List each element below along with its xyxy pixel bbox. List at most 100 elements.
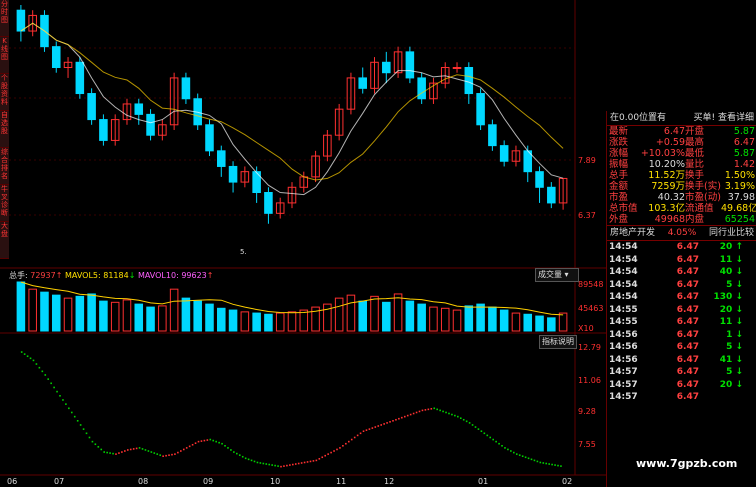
volume-bar: [287, 311, 297, 332]
tick-time: 14:55: [609, 317, 638, 327]
volume-bar: [51, 294, 61, 332]
sector-compare-link[interactable]: 同行业比较: [709, 226, 754, 240]
indicator-point: [224, 445, 226, 447]
quote-value: 40.32: [657, 192, 685, 203]
time-axis-label: 08: [138, 477, 148, 486]
candle-body: [51, 46, 61, 69]
tick-row: 14:56 6.47 41 ↓: [607, 354, 756, 367]
indicator-point: [539, 461, 542, 464]
tick-list[interactable]: 14:54 6.47 20 ↑ 14:54 6.47 11 ↓ 14:54 6.47 40 ↓ 1…: [607, 240, 756, 404]
buy-sell-detail-link[interactable]: 买单! 查看详细: [694, 111, 754, 125]
candle-body: [358, 77, 367, 89]
indicator-point: [448, 412, 450, 415]
indicator-point: [32, 359, 35, 362]
indicator-point: [206, 439, 209, 441]
indicator-point: [492, 438, 494, 441]
candle-body: [87, 93, 96, 121]
indicator-point: [560, 465, 562, 467]
indicator-point: [121, 451, 123, 453]
indicator-point: [445, 411, 447, 414]
quote-row: 涨幅 +10.03% 最低 5.87: [607, 148, 756, 159]
indicator-point: [368, 428, 371, 430]
indicator-point: [20, 351, 23, 353]
volume-total: 72937: [30, 271, 56, 280]
quote-value: 49968: [654, 214, 685, 225]
indicator-point: [144, 449, 147, 451]
indicator-point: [100, 448, 103, 451]
volume-bar: [511, 312, 521, 332]
candle-body: [264, 192, 273, 214]
indicator-point: [271, 464, 273, 466]
indicator-point: [380, 424, 383, 426]
candle-body: [547, 186, 556, 204]
indicator-point: [188, 445, 191, 448]
indicator-point: [521, 455, 524, 458]
indicator-point: [327, 453, 329, 455]
tick-row: 14:56 6.47 5 ↓: [607, 341, 756, 354]
volume-bar: [488, 306, 497, 332]
quote-label: 外盘: [609, 214, 629, 225]
volume-bar: [228, 309, 238, 332]
indicator-point: [182, 448, 185, 451]
volume-bar: [134, 303, 144, 332]
volume-indicator-dropdown[interactable]: 成交量 ▾: [535, 268, 579, 282]
tick-time: 14:54: [609, 242, 638, 252]
indicator-point: [62, 399, 64, 401]
indicator-point: [56, 390, 58, 393]
candle-body: [217, 150, 226, 167]
tick-row: 14:54 6.47 5 ↓: [607, 279, 756, 292]
left-tab-3[interactable]: 个股资料: [0, 74, 9, 111]
left-tab-7[interactable]: 大盘: [0, 222, 9, 259]
indicator-point: [504, 447, 506, 449]
price-axis-label: 7.89: [578, 156, 596, 165]
indicator-point: [150, 451, 153, 453]
tick-row: 14:55 6.47 11 ↓: [607, 316, 756, 329]
quote-row: 总手 11.52万 换手 1.50%: [607, 170, 756, 181]
indicator-point: [339, 447, 341, 449]
quote-label: 总市值: [609, 203, 638, 214]
candle-body: [75, 61, 85, 95]
candle-body: [99, 119, 108, 141]
indicator-point: [389, 421, 391, 423]
volume-bar: [75, 295, 85, 332]
tick-time: 14:56: [609, 329, 638, 340]
left-tab-6[interactable]: 牛叉诊断: [0, 185, 9, 222]
indicator-point: [82, 428, 85, 430]
quote-label: 涨幅: [609, 148, 629, 159]
volume-bar: [547, 317, 556, 332]
left-tab-2[interactable]: K线图: [0, 37, 9, 74]
tick-volume: 1 ↓: [726, 329, 743, 340]
quote-row: 外盘 49968 内盘 65254: [607, 214, 756, 225]
indicator-point: [292, 463, 294, 466]
kline-chart[interactable]: 7.89 6.37 89548 45463 X10 12.79 11.06 9.28 7.55 0…: [0, 0, 606, 487]
quote-label: 市盈: [609, 192, 629, 203]
tick-volume: [699, 391, 743, 404]
indicator-help-button[interactable]: 指标说明: [539, 335, 577, 349]
left-tab-5[interactable]: 综合排名: [0, 148, 9, 185]
indicator-point: [403, 415, 406, 418]
indicator-point: [495, 440, 497, 443]
indicator-point: [412, 412, 415, 415]
indicator-line: [20, 351, 562, 468]
left-tab-1[interactable]: 分时图: [0, 0, 9, 37]
candle-body: [205, 124, 214, 152]
tick-time: 14:55: [609, 304, 638, 315]
indicator-point: [451, 413, 453, 416]
indicator-point: [274, 464, 276, 467]
volume-bar: [558, 312, 568, 332]
left-tab-4[interactable]: 自选股: [0, 111, 9, 148]
tick-price: 6.47: [676, 267, 699, 277]
tick-price: 6.47: [676, 379, 699, 390]
quote-panel: 在0.00位置有 买单! 查看详细 最新 6.47 开盘 5.87 涨跌 +0.59 最高 6…: [606, 111, 756, 487]
quote-value: 103.3亿: [648, 203, 685, 214]
sector-name[interactable]: 房地产开发: [610, 226, 655, 240]
quote-label: 市盈(动): [685, 192, 721, 203]
indicator-axis-label: 7.55: [578, 440, 596, 449]
indicator-point: [306, 461, 309, 463]
indicator-point: [315, 459, 318, 462]
quote-value: 10.20%: [648, 159, 685, 170]
volume-bar: [299, 309, 309, 332]
indicator-point: [545, 462, 548, 465]
volume-bar: [99, 300, 108, 332]
indicator-point: [439, 409, 441, 412]
